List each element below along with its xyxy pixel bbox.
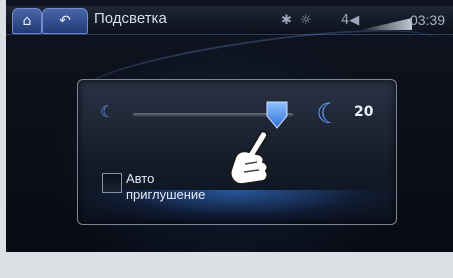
bluetooth-icon: ✱ [281, 13, 292, 28]
bezel-bottom [0, 252, 453, 278]
back-button[interactable]: ↶ [42, 8, 88, 34]
brightness-slider-thumb[interactable] [265, 100, 289, 130]
speaker-icon: 4◀ [341, 13, 360, 28]
auto-dim-label-line2: приглушение [126, 187, 206, 202]
brightness-value: 20 [354, 104, 374, 120]
home-icon: ⌂ [22, 13, 32, 29]
page-title: Подсветка [94, 10, 167, 27]
pointing-hand-icon [229, 130, 269, 186]
clock: 03:39 [409, 12, 445, 28]
auto-dim-checkbox[interactable] [102, 173, 122, 193]
signal-icon [360, 18, 412, 30]
moon-large-icon: ☾ [316, 97, 342, 130]
moon-small-icon: ☾ [100, 102, 115, 121]
home-button[interactable]: ⌂ [12, 8, 42, 34]
auto-dim-label: Авто приглушение [126, 171, 205, 203]
back-icon: ↶ [59, 13, 71, 29]
auto-dim-label-line1: Авто [126, 171, 155, 186]
bezel-left [0, 0, 6, 278]
sun-icon: ☼ [300, 13, 312, 28]
